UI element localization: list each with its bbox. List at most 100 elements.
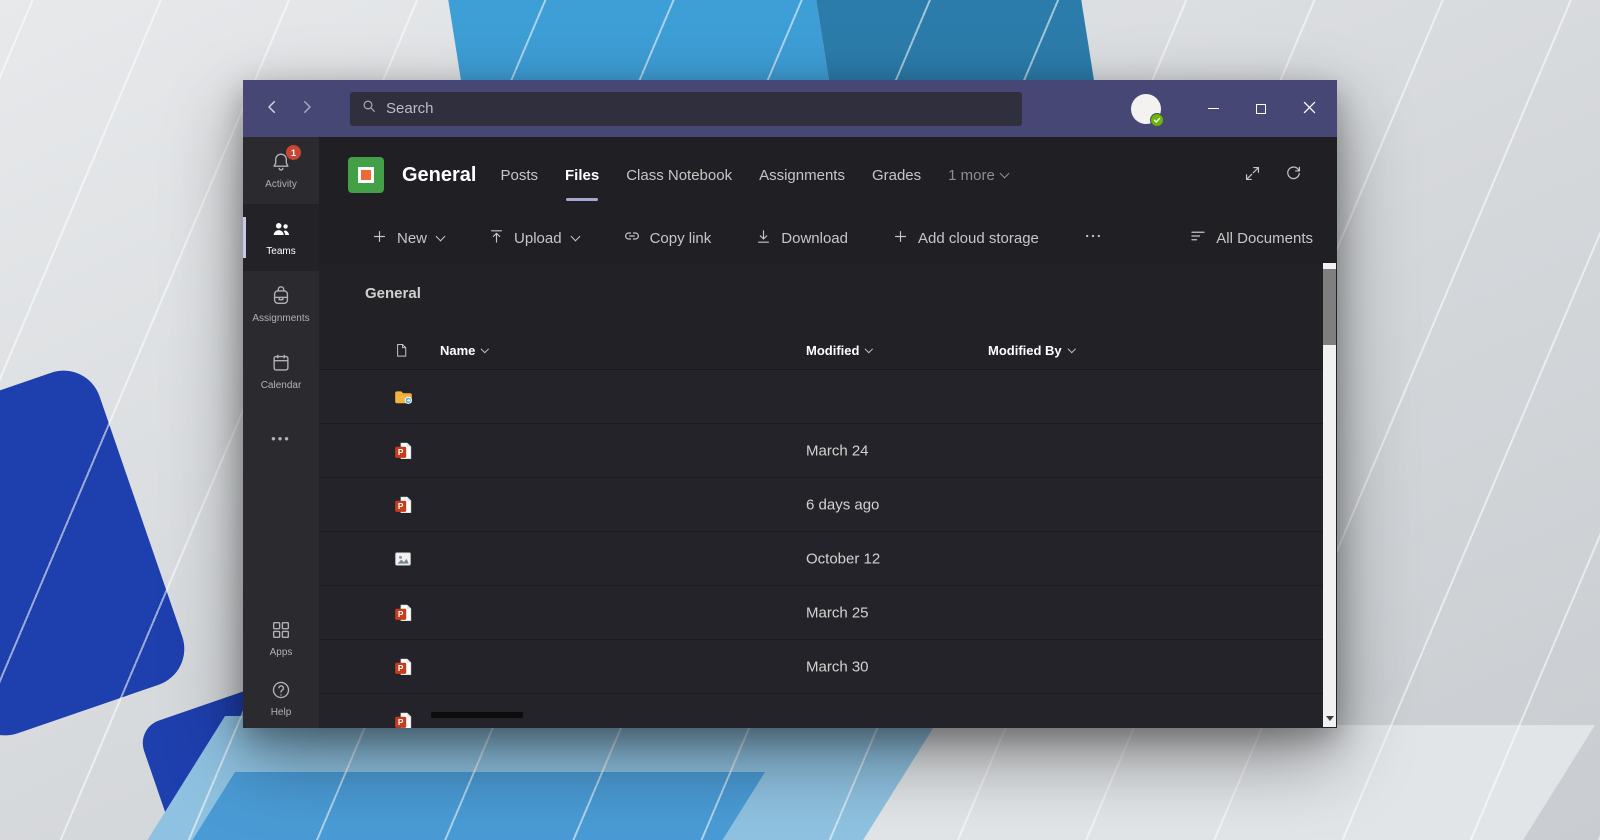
rail-item-apps[interactable]: Apps xyxy=(243,608,319,668)
new-button[interactable]: New xyxy=(371,228,446,249)
ellipsis-icon xyxy=(1083,226,1103,250)
toolbar-more-button[interactable] xyxy=(1083,226,1103,250)
titlebar xyxy=(243,80,1337,137)
chevron-down-icon xyxy=(999,168,1010,178)
tab-more-label: 1 more xyxy=(948,166,995,184)
chevron-down-icon xyxy=(865,345,874,353)
filter-lines-icon xyxy=(1189,227,1207,249)
powerpoint-file-icon: P xyxy=(393,602,414,623)
link-icon xyxy=(623,227,641,249)
file-row-pptx[interactable]: P March 25 xyxy=(319,586,1337,640)
file-modified: March 30 xyxy=(806,658,869,675)
search-icon xyxy=(361,98,377,119)
rail-item-teams[interactable]: Teams xyxy=(243,204,319,271)
powerpoint-file-icon: P xyxy=(393,494,414,515)
forward-button[interactable] xyxy=(294,96,320,122)
team-avatar-core xyxy=(358,167,374,183)
plus-icon xyxy=(371,228,388,249)
avatar[interactable] xyxy=(1131,93,1164,127)
backpack-icon xyxy=(270,285,292,310)
apps-grid-icon xyxy=(270,619,292,644)
rail-item-calendar[interactable]: Calendar xyxy=(243,338,319,405)
file-row-pptx[interactable]: P March 30 xyxy=(319,640,1337,694)
close-button[interactable] xyxy=(1285,80,1333,137)
column-label: Modified xyxy=(806,343,860,358)
close-icon xyxy=(1303,101,1316,117)
search-input[interactable] xyxy=(386,100,1011,117)
view-selector-button[interactable]: All Documents xyxy=(1189,227,1313,249)
back-button[interactable] xyxy=(259,96,285,122)
minimize-button[interactable] xyxy=(1189,80,1237,137)
teams-people-icon xyxy=(270,218,292,243)
expand-icon xyxy=(1243,164,1262,186)
chevron-down-icon xyxy=(481,345,490,353)
column-header-modified-by[interactable]: Modified By xyxy=(988,332,1076,369)
team-avatar xyxy=(348,157,384,193)
powerpoint-file-icon: P xyxy=(393,710,414,728)
add-cloud-storage-button[interactable]: Add cloud storage xyxy=(892,228,1039,249)
column-header-name[interactable]: Name xyxy=(440,332,490,369)
files-toolbar: New Upload Copy link Download Add cloud … xyxy=(319,213,1337,263)
search-box[interactable] xyxy=(350,91,1022,126)
tab-class-notebook[interactable]: Class Notebook xyxy=(626,137,732,213)
file-rows: P March 24 P 6 days ago October 12 P Mar… xyxy=(319,370,1337,728)
upload-button[interactable]: Upload xyxy=(488,228,581,249)
file-modified: October 12 xyxy=(806,550,881,567)
expand-tab-button[interactable] xyxy=(1243,164,1262,186)
wallpaper-shape xyxy=(828,725,1595,840)
powerpoint-file-icon: P xyxy=(393,656,414,677)
file-row-folder[interactable] xyxy=(319,370,1337,424)
tab-more[interactable]: 1 more xyxy=(948,137,1010,213)
rail-item-more[interactable]: ••• xyxy=(243,405,319,472)
rail-label: Apps xyxy=(269,646,293,658)
redacted-file-name xyxy=(431,712,523,718)
image-file-icon xyxy=(393,549,413,569)
chevron-down-icon xyxy=(570,231,581,241)
header-actions xyxy=(1243,164,1303,186)
copy-link-label: Copy link xyxy=(649,229,712,247)
column-label: Modified By xyxy=(988,343,1062,358)
rail-item-activity[interactable]: 1 Activity xyxy=(243,137,319,204)
upload-icon xyxy=(488,228,505,249)
scrollbar-down-arrow[interactable] xyxy=(1323,711,1336,725)
download-icon xyxy=(755,228,772,249)
help-question-icon xyxy=(270,679,292,704)
wallpaper-shape xyxy=(0,360,195,746)
rail-item-help[interactable]: Help xyxy=(243,668,319,728)
rail-item-assignments[interactable]: Assignments xyxy=(243,271,319,338)
rail-label: Activity xyxy=(265,179,297,190)
file-row-pptx-partial[interactable]: P xyxy=(319,694,1337,728)
chevron-right-icon xyxy=(298,98,316,119)
file-row-pptx[interactable]: P 6 days ago xyxy=(319,478,1337,532)
tab-grades[interactable]: Grades xyxy=(872,137,921,213)
rail-label: Help xyxy=(270,706,292,718)
chevron-down-icon xyxy=(435,231,446,241)
doc-type-column-icon xyxy=(393,332,410,369)
channel-tabs: Posts Files Class Notebook Assignments G… xyxy=(500,137,1010,213)
file-row-pptx[interactable]: P March 24 xyxy=(319,424,1337,478)
activity-badge: 1 xyxy=(286,145,301,160)
wallpaper-shape xyxy=(178,772,765,840)
copy-link-button[interactable]: Copy link xyxy=(623,227,712,249)
maximize-button[interactable] xyxy=(1237,80,1285,137)
powerpoint-file-icon: P xyxy=(393,440,414,461)
app-rail: 1 Activity Teams Assignments Calendar ••… xyxy=(243,137,319,728)
refresh-button[interactable] xyxy=(1284,164,1303,186)
tab-assignments[interactable]: Assignments xyxy=(759,137,845,213)
svg-text:P: P xyxy=(398,663,404,673)
file-row-image[interactable]: October 12 xyxy=(319,532,1337,586)
column-header-modified[interactable]: Modified xyxy=(806,332,874,369)
teams-window: 1 Activity Teams Assignments xyxy=(243,80,1337,728)
tab-posts[interactable]: Posts xyxy=(500,137,538,213)
rail-spacer xyxy=(243,472,319,608)
file-table-header: Name Modified Modified By xyxy=(319,332,1337,370)
scrollbar-thumb[interactable] xyxy=(1323,269,1336,345)
vertical-scrollbar[interactable] xyxy=(1323,263,1336,727)
tab-files[interactable]: Files xyxy=(565,137,599,213)
download-button[interactable]: Download xyxy=(755,228,848,249)
svg-text:P: P xyxy=(398,447,404,457)
presence-available-icon xyxy=(1150,112,1164,127)
rail-label: Calendar xyxy=(260,380,302,391)
folder-section-title: General xyxy=(365,285,421,302)
svg-text:P: P xyxy=(398,717,404,727)
